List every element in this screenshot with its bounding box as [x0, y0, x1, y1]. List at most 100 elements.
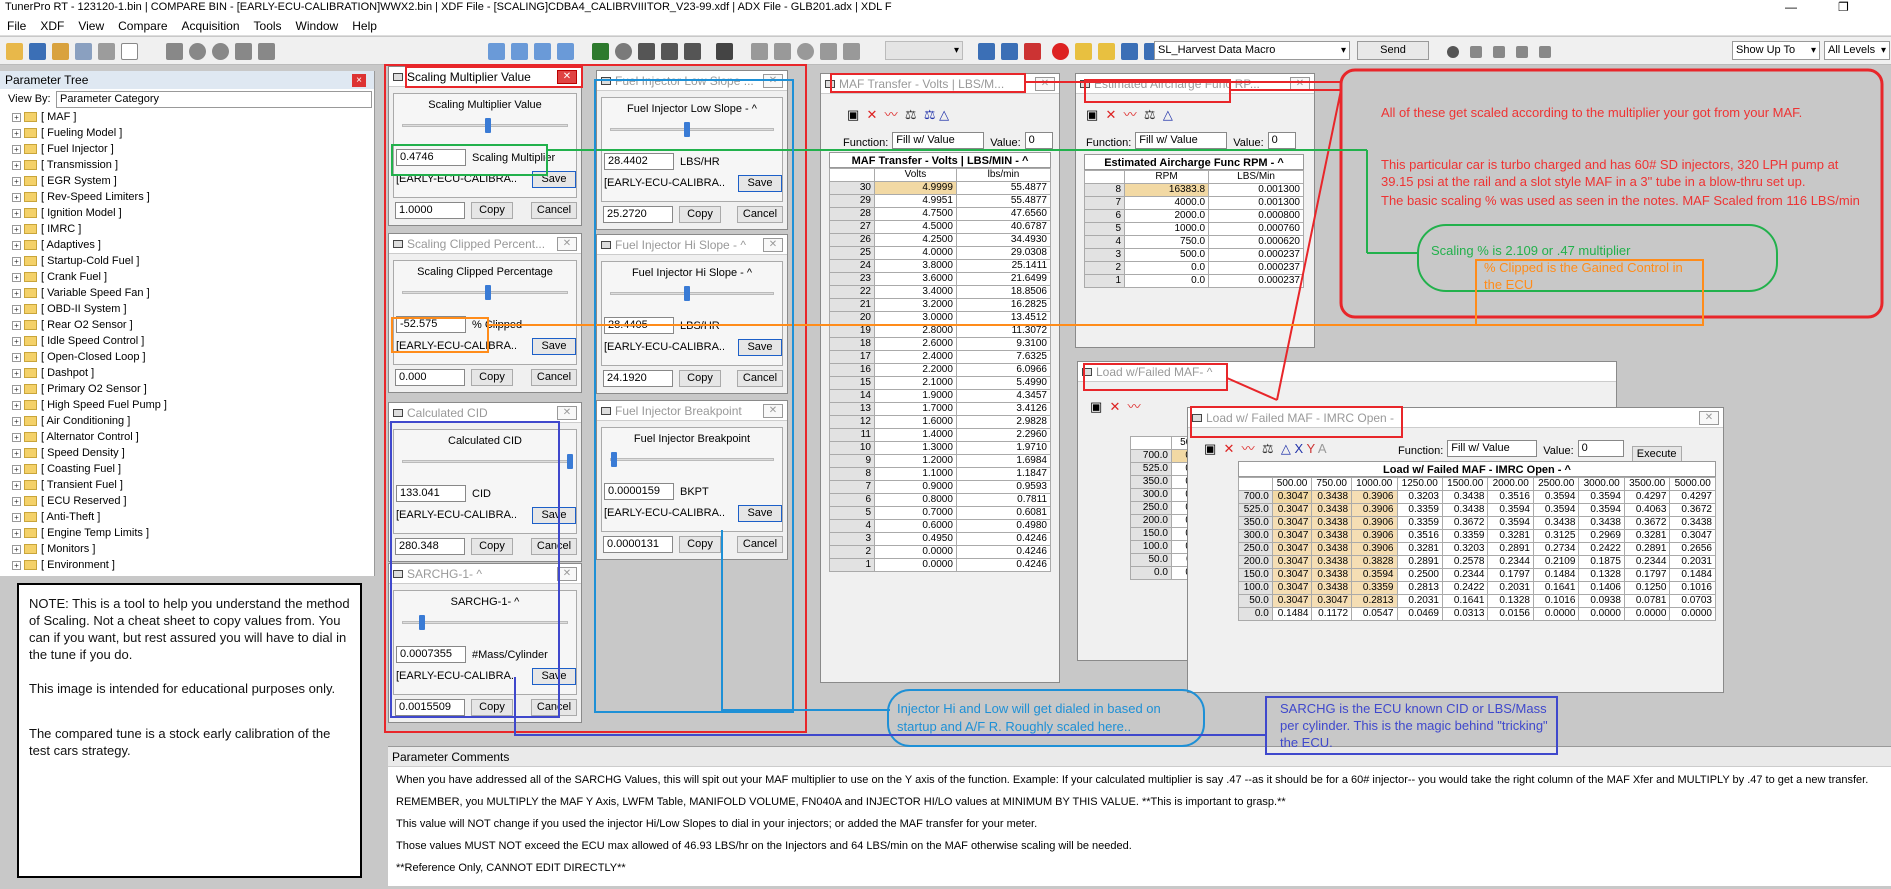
- save-button[interactable]: Save: [532, 171, 576, 188]
- tools-icon[interactable]: [98, 43, 115, 60]
- table-cell[interactable]: 0.3906: [1351, 529, 1398, 543]
- x-axis-icon[interactable]: X: [1294, 441, 1303, 456]
- stop2-icon[interactable]: [1516, 46, 1528, 58]
- save-button[interactable]: Save: [532, 668, 576, 685]
- table-cell[interactable]: 1.6000: [874, 415, 957, 429]
- table-cell[interactable]: 0.3672: [1669, 503, 1716, 517]
- save-icon[interactable]: [29, 43, 46, 60]
- expand-icon[interactable]: +: [12, 272, 21, 282]
- expand-icon[interactable]: +: [12, 432, 21, 442]
- table-cell[interactable]: 1.2000: [874, 454, 957, 468]
- table-cell[interactable]: 0.2813: [1396, 581, 1443, 595]
- add-icon[interactable]: [189, 43, 206, 60]
- expand-icon[interactable]: +: [12, 304, 21, 314]
- function-select[interactable]: Fill w/ Value: [1135, 132, 1228, 149]
- table-cell[interactable]: 0.3047: [1311, 594, 1353, 608]
- tree-item[interactable]: + [ Environment ]: [0, 557, 374, 573]
- menu-window[interactable]: Window: [289, 16, 346, 36]
- up2-icon[interactable]: [843, 43, 860, 60]
- table-cell[interactable]: 0.2813: [1351, 594, 1398, 608]
- close-icon[interactable]: ✕: [557, 406, 577, 420]
- cancel-button[interactable]: Cancel: [531, 699, 577, 716]
- table-cell[interactable]: 0.4063: [1623, 503, 1671, 517]
- table-cell[interactable]: 0.3438: [1669, 516, 1716, 530]
- scalar-slider[interactable]: [402, 454, 573, 469]
- close-icon[interactable]: ×: [352, 74, 366, 87]
- tree-item[interactable]: + [ Transmission ]: [0, 157, 374, 173]
- tree-item[interactable]: + [ High Speed Fuel Pump ]: [0, 397, 374, 413]
- table-cell[interactable]: 0.3516: [1487, 490, 1534, 504]
- table-cell[interactable]: 0.1797: [1487, 568, 1534, 582]
- table-cell[interactable]: 0.2500: [1396, 568, 1443, 582]
- list-icon[interactable]: [511, 43, 528, 60]
- table-cell[interactable]: 4.9951: [874, 194, 957, 208]
- scale2-icon[interactable]: [661, 43, 678, 60]
- tree-item[interactable]: + [ Dashpot ]: [0, 365, 374, 381]
- table-cell[interactable]: 4.3457: [955, 389, 1052, 403]
- close-icon[interactable]: ✕: [557, 70, 577, 84]
- copy-button[interactable]: Copy: [471, 202, 513, 219]
- tree-item[interactable]: + [ Rev-Speed Limiters ]: [0, 189, 374, 205]
- table-cell[interactable]: 0.0156: [1487, 607, 1534, 621]
- table-cell[interactable]: 0.3594: [1487, 516, 1534, 530]
- cancel-button[interactable]: Cancel: [531, 538, 577, 555]
- table-cell[interactable]: 0.3125: [1532, 529, 1580, 543]
- table-cell[interactable]: 0.4246: [955, 545, 1052, 559]
- scalar-slider[interactable]: [402, 118, 568, 133]
- slider-thumb[interactable]: [683, 122, 690, 137]
- expand-icon[interactable]: +: [12, 352, 21, 362]
- table-cell[interactable]: 0.0: [1123, 261, 1210, 275]
- table-cell[interactable]: 0.3047: [1669, 529, 1716, 543]
- table-cell[interactable]: 0.3594: [1532, 490, 1580, 504]
- table-cell[interactable]: 0.000237: [1208, 261, 1304, 275]
- table-cell[interactable]: 3.4126: [955, 402, 1052, 416]
- table-cell[interactable]: 0.2969: [1578, 529, 1625, 543]
- close-icon[interactable]: [166, 43, 183, 60]
- copy-button[interactable]: Copy: [471, 699, 513, 716]
- table-cell[interactable]: 29.0308: [955, 246, 1052, 260]
- expand-icon[interactable]: +: [12, 480, 21, 490]
- table-cell[interactable]: 0.1484: [1669, 568, 1716, 582]
- tree-item[interactable]: + [ Open-Closed Loop ]: [0, 349, 374, 365]
- slider-thumb[interactable]: [611, 452, 617, 467]
- copy-button[interactable]: Copy: [471, 538, 513, 555]
- close-icon[interactable]: ✕: [763, 404, 783, 418]
- expand-icon[interactable]: +: [12, 176, 21, 186]
- expand-icon[interactable]: +: [12, 128, 21, 138]
- table-cell[interactable]: 4.0000: [874, 246, 957, 260]
- scale-icon[interactable]: [638, 43, 655, 60]
- table-cell[interactable]: 0.3359: [1441, 529, 1489, 543]
- table-cell[interactable]: 0.3203: [1441, 542, 1489, 556]
- table-cell[interactable]: 0.0000: [1532, 607, 1580, 621]
- table-cell[interactable]: 0.1484: [1532, 568, 1580, 582]
- table-cell[interactable]: 0.0000: [1669, 607, 1716, 621]
- new-icon[interactable]: [121, 43, 138, 60]
- value-input[interactable]: 0: [1577, 440, 1624, 457]
- table-cell[interactable]: 0.2031: [1396, 594, 1443, 608]
- expand-icon[interactable]: +: [12, 384, 21, 394]
- menu-xdf[interactable]: XDF: [33, 16, 71, 36]
- send-button[interactable]: Send: [1357, 41, 1429, 60]
- slider-thumb[interactable]: [567, 454, 573, 469]
- flag-icon[interactable]: [1024, 43, 1041, 60]
- copy-button[interactable]: Copy: [471, 369, 513, 386]
- expand-icon[interactable]: +: [12, 368, 21, 378]
- table-cell[interactable]: 0.3281: [1396, 542, 1443, 556]
- scalar-value-input[interactable]: 0.0000159: [604, 483, 674, 500]
- table-cell[interactable]: 4.7500: [874, 207, 957, 221]
- table-cell[interactable]: 16383.8: [1123, 183, 1210, 197]
- table-cell[interactable]: 0.001300: [1208, 183, 1304, 197]
- table-cell[interactable]: 21.6499: [955, 272, 1052, 286]
- table-cell[interactable]: 0.0547: [1351, 607, 1398, 621]
- table-cell[interactable]: 0.3047: [1271, 555, 1313, 569]
- table-cell[interactable]: 2.2000: [874, 363, 957, 377]
- wrench-icon[interactable]: [235, 43, 252, 60]
- table-cell[interactable]: 0.3047: [1271, 529, 1313, 543]
- table-cell[interactable]: 4.9999: [874, 181, 957, 195]
- scale-icon[interactable]: ⚖: [1144, 107, 1156, 122]
- table-cell[interactable]: 0.3594: [1578, 503, 1625, 517]
- scalar-value-input[interactable]: 28.4405: [604, 317, 674, 334]
- table-cell[interactable]: 0.0938: [1578, 594, 1625, 608]
- table-cell[interactable]: 0.4246: [955, 558, 1052, 572]
- table-cell[interactable]: 0.3047: [1271, 581, 1313, 595]
